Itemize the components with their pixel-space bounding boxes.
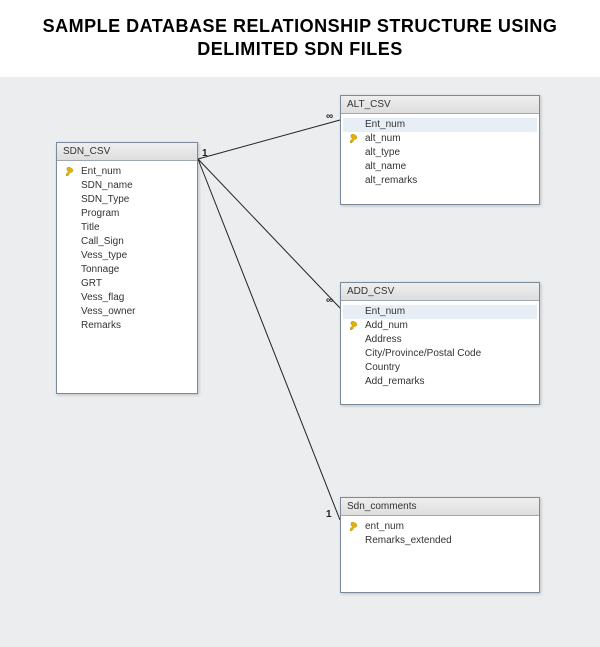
field-name: Address xyxy=(365,334,533,345)
table-sdn-csv: SDN_CSV Ent_num SDN_name SDN_Type Program Ti… xyxy=(56,142,198,394)
field-row: Title xyxy=(59,221,195,235)
field-name: Tonnage xyxy=(81,264,191,275)
field-name: Ent_num xyxy=(365,306,533,317)
field-row: Add_remarks xyxy=(343,375,537,389)
field-row: alt_remarks xyxy=(343,174,537,188)
page-title: SAMPLE DATABASE RELATIONSHIP STRUCTURE U… xyxy=(20,15,580,62)
field-name: Vess_owner xyxy=(81,306,191,317)
field-row: City/Province/Postal Code xyxy=(343,347,537,361)
table-title: ADD_CSV xyxy=(341,283,539,301)
field-row: Vess_owner xyxy=(59,305,195,319)
field-name: Call_Sign xyxy=(81,236,191,247)
key-icon xyxy=(347,134,361,144)
table-title: Sdn_comments xyxy=(341,498,539,516)
field-row: SDN_name xyxy=(59,179,195,193)
field-name: Vess_type xyxy=(81,250,191,261)
field-name: alt_name xyxy=(365,161,533,172)
field-row: Call_Sign xyxy=(59,235,195,249)
field-row: SDN_Type xyxy=(59,193,195,207)
field-name: alt_type xyxy=(365,147,533,158)
field-name: alt_num xyxy=(365,133,533,144)
key-icon xyxy=(63,167,77,177)
field-row: Remarks xyxy=(59,319,195,333)
field-name: Remarks xyxy=(81,320,191,331)
field-row: Ent_num xyxy=(343,305,537,319)
table-title: SDN_CSV xyxy=(57,143,197,161)
table-title: ALT_CSV xyxy=(341,96,539,114)
cardinality-many: ∞ xyxy=(326,295,333,306)
table-sdn-comments: Sdn_comments ent_num Remarks_extended xyxy=(340,497,540,593)
field-row: alt_num xyxy=(343,132,537,146)
cardinality-one: 1 xyxy=(326,509,332,520)
field-row: Vess_flag xyxy=(59,291,195,305)
field-row: alt_type xyxy=(343,146,537,160)
field-name: Country xyxy=(365,362,533,373)
field-name: Remarks_extended xyxy=(365,535,533,546)
field-row: Program xyxy=(59,207,195,221)
table-fields: Ent_num alt_num alt_type alt_name alt_remark… xyxy=(341,114,539,192)
field-row: Vess_type xyxy=(59,249,195,263)
field-name: Ent_num xyxy=(365,119,533,130)
field-name: Ent_num xyxy=(81,166,191,177)
page-title-wrap: SAMPLE DATABASE RELATIONSHIP STRUCTURE U… xyxy=(0,0,600,67)
field-name: Title xyxy=(81,222,191,233)
field-row: Remarks_extended xyxy=(343,534,537,548)
table-fields: ent_num Remarks_extended xyxy=(341,516,539,552)
field-name: ent_num xyxy=(365,521,533,532)
field-name: alt_remarks xyxy=(365,175,533,186)
field-name: City/Province/Postal Code xyxy=(365,348,533,359)
table-fields: Ent_num SDN_name SDN_Type Program Title Call_… xyxy=(57,161,197,337)
field-row: ent_num xyxy=(343,520,537,534)
field-row: Country xyxy=(343,361,537,375)
field-name: Program xyxy=(81,208,191,219)
field-row: Ent_num xyxy=(59,165,195,179)
field-name: GRT xyxy=(81,278,191,289)
field-row: Tonnage xyxy=(59,263,195,277)
table-add-csv: ADD_CSV Ent_num Add_num Address City/Provin… xyxy=(340,282,540,405)
field-name: SDN_name xyxy=(81,180,191,191)
field-row: Ent_num xyxy=(343,118,537,132)
diagram-canvas: 1 ∞ ∞ 1 SDN_CSV Ent_num SDN_name SDN_Type P… xyxy=(0,77,600,647)
field-row: Address xyxy=(343,333,537,347)
field-row: GRT xyxy=(59,277,195,291)
cardinality-one: 1 xyxy=(202,148,208,159)
cardinality-many: ∞ xyxy=(326,111,333,122)
table-fields: Ent_num Add_num Address City/Province/Posta… xyxy=(341,301,539,393)
table-alt-csv: ALT_CSV Ent_num alt_num alt_type alt_nameal… xyxy=(340,95,540,205)
field-name: SDN_Type xyxy=(81,194,191,205)
field-name: Add_remarks xyxy=(365,376,533,387)
field-name: Vess_flag xyxy=(81,292,191,303)
key-icon xyxy=(347,522,361,532)
field-row: alt_name xyxy=(343,160,537,174)
field-name: Add_num xyxy=(365,320,533,331)
field-row: Add_num xyxy=(343,319,537,333)
key-icon xyxy=(347,321,361,331)
